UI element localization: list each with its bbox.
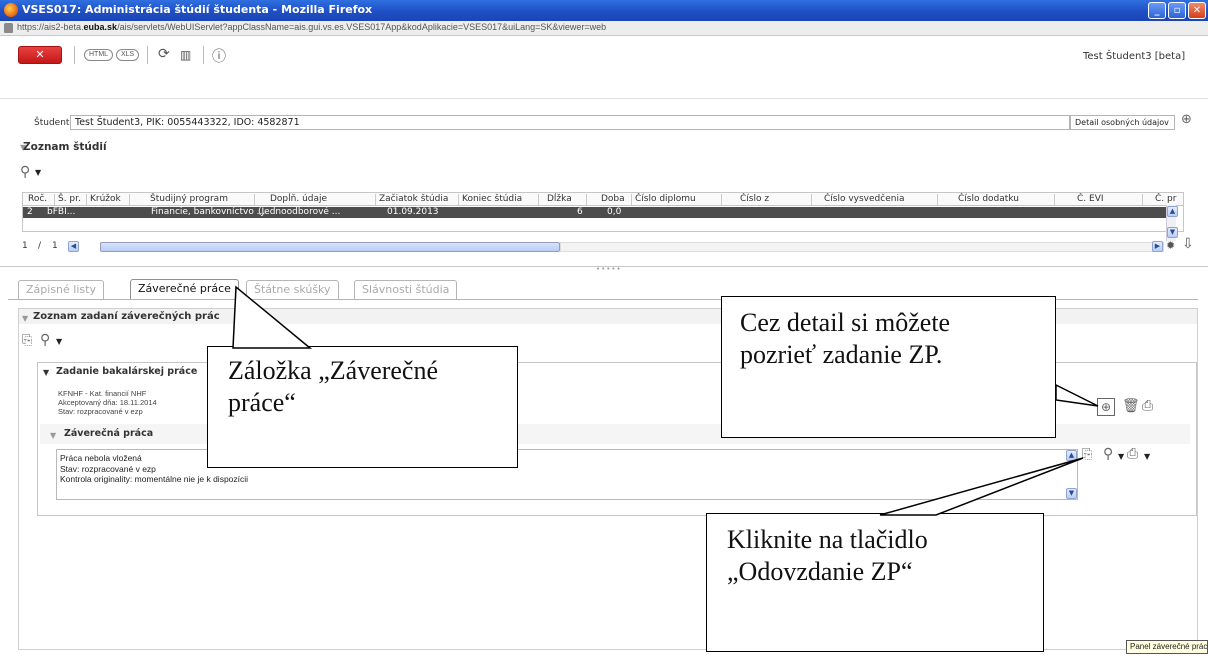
callout-pointers <box>232 285 1099 516</box>
detail-pointer <box>1055 383 1099 407</box>
submit-pointer <box>879 457 1084 516</box>
panel-tooltip: Panel záverečné práce <box>1126 640 1208 654</box>
tab-pointer <box>232 285 313 349</box>
